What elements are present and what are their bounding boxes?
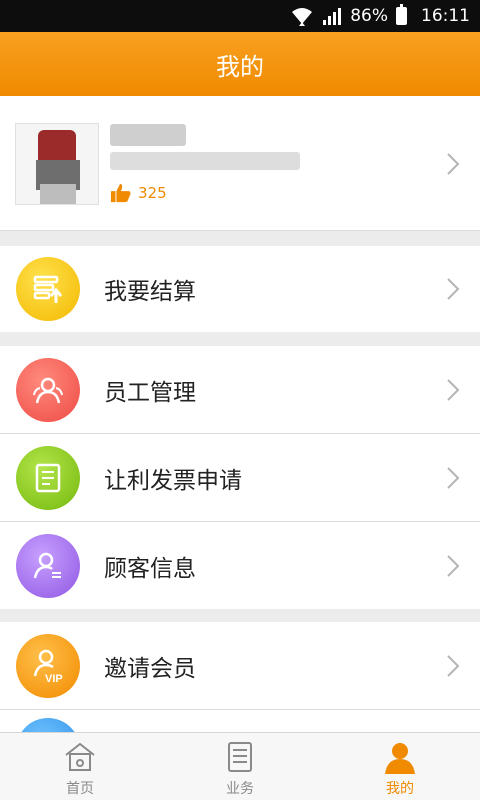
battery-icon [396,4,407,25]
avatar [15,123,99,205]
menu-item-partial[interactable] [0,710,480,732]
menu-item-label: 我要结算 [104,279,196,305]
menu-item-settlement[interactable]: 我要结算 [0,246,480,332]
chevron-right-icon [447,554,460,577]
tab-label: 首页 [66,781,94,797]
wifi-icon [290,6,314,26]
tab-label: 我的 [386,781,414,797]
business-list-icon [228,742,252,772]
svg-text:VIP: VIP [45,673,63,685]
chevron-right-icon [447,466,460,489]
like-count: 325 [138,184,167,202]
invoice-document-icon [16,445,80,510]
tab-home[interactable]: 首页 [0,733,160,800]
staff-group-icon [16,357,80,422]
page-title: 我的 [216,52,264,81]
profile-name-redacted [110,124,186,146]
menu-item-label: 邀请会员 [104,655,196,682]
clock: 16:11 [421,6,470,26]
menu-item-label: 员工管理 [104,379,196,406]
like-row: 325 [110,182,167,204]
content-area: 325 我要结算 员工管理 让利发票申请 顾客信息 VIP 邀请会员 [0,96,480,732]
customer-info-icon [16,533,80,598]
bottom-tab-bar: 首页 业务 我的 [0,732,480,800]
tab-profile[interactable]: 我的 [320,733,480,800]
menu-item-label: 让利发票申请 [104,467,242,494]
chevron-right-icon [447,153,460,175]
signal-icon [322,7,342,25]
battery-percent: 86% [350,6,388,26]
status-bar: 86% 16:11 [0,0,480,32]
tab-business[interactable]: 业务 [160,733,320,800]
menu-item-invoice[interactable]: 让利发票申请 [0,434,480,521]
chevron-right-icon [447,378,460,401]
thumb-up-icon [110,183,131,203]
menu-item-customer-info[interactable]: 顾客信息 [0,522,480,609]
menu-item-partial-icon [16,718,80,732]
settlement-upload-icon [16,257,80,321]
profile-card[interactable]: 325 [0,96,480,231]
vip-member-icon: VIP [16,633,80,698]
tab-label: 业务 [226,781,254,797]
chevron-right-icon [447,654,460,677]
app-header: 我的 [0,32,480,96]
profile-person-icon [385,743,415,774]
profile-subtitle-redacted [110,152,300,170]
menu-item-invite-member[interactable]: VIP 邀请会员 [0,622,480,709]
home-icon [65,742,95,771]
chevron-right-icon [447,278,460,300]
menu-item-staff[interactable]: 员工管理 [0,346,480,433]
menu-item-label: 顾客信息 [104,555,196,582]
